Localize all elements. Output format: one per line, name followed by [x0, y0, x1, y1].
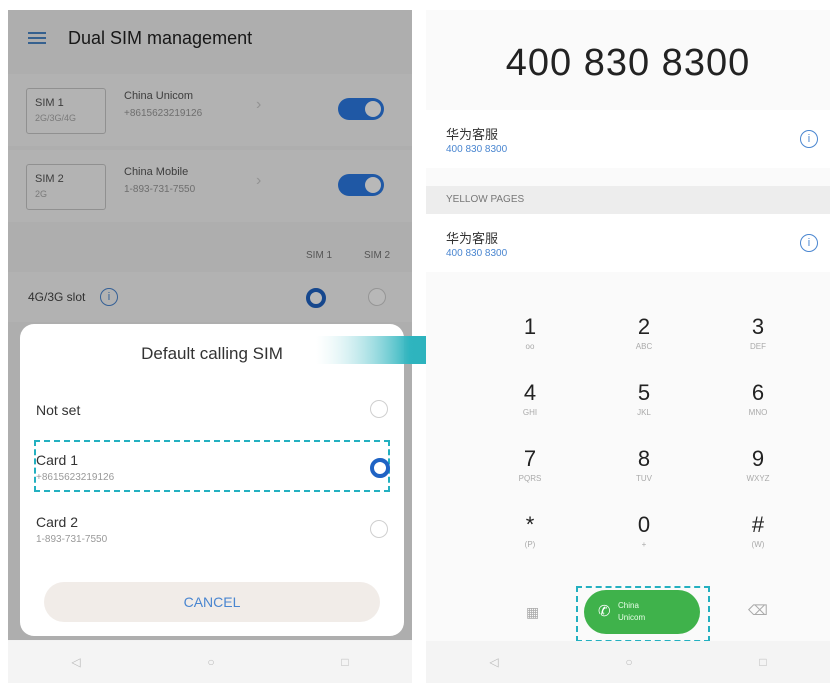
- option-sub: 1-893-731-7550: [36, 534, 108, 545]
- home-icon[interactable]: ○: [625, 655, 632, 669]
- option-label: Card 2: [36, 514, 79, 530]
- option-radio[interactable]: [370, 400, 388, 418]
- keypad: 1 oo 2 ABC 3 DEF 4 GHI 5 JKL 6 MNO 7 PQRS 8 TUV …: [426, 306, 830, 606]
- recents-icon[interactable]: □: [341, 655, 348, 669]
- key-letters: JKL: [637, 408, 651, 417]
- key-digit: 1: [523, 314, 537, 339]
- dialed-number: 400 830 8300: [505, 42, 751, 84]
- nav-bar: ◁ ○ □: [426, 641, 830, 683]
- option-radio[interactable]: [370, 458, 390, 478]
- key-letters: (P): [524, 540, 536, 549]
- section-label: YELLOW PAGES: [446, 194, 525, 205]
- key-digit: 6: [751, 380, 765, 405]
- contact-name: 华为客服: [446, 127, 499, 142]
- key-6[interactable]: 6 MNO: [718, 380, 798, 417]
- key-letters: PQRS: [518, 474, 542, 483]
- key-digit: 0: [637, 512, 651, 537]
- home-icon[interactable]: ○: [207, 655, 214, 669]
- key-digit: 2: [637, 314, 651, 339]
- key-digit: *: [525, 512, 535, 537]
- key-letters: ABC: [635, 342, 653, 351]
- key-digit: 7: [523, 446, 537, 471]
- key-3[interactable]: 3 DEF: [718, 314, 798, 351]
- key-letters: +: [641, 540, 647, 549]
- key-digit: 9: [751, 446, 765, 471]
- key-0[interactable]: 0 +: [604, 512, 684, 549]
- key-hash[interactable]: # (W): [718, 512, 798, 549]
- key-letters: WXYZ: [746, 474, 770, 483]
- option-label: Not set: [36, 402, 81, 418]
- cancel-button[interactable]: CANCEL: [44, 582, 380, 622]
- contact-name: 华为客服: [446, 231, 499, 246]
- keypad-toggle-icon[interactable]: ▦: [526, 604, 539, 621]
- option-label: Card 1: [36, 452, 79, 468]
- highlight-box: [34, 440, 390, 492]
- contact-row[interactable]: 华为客服 400 830 8300 i: [426, 214, 830, 272]
- contact-number: 400 830 8300: [446, 144, 508, 155]
- key-4[interactable]: 4 GHI: [490, 380, 570, 417]
- option-sub: +8615623219126: [36, 472, 115, 483]
- key-letters: TUV: [636, 474, 652, 483]
- yellow-pages-header: YELLOW PAGES: [426, 186, 830, 214]
- option-radio[interactable]: [370, 520, 388, 538]
- contact-row[interactable]: 华为客服 400 830 8300 i: [426, 110, 830, 168]
- key-digit: 4: [523, 380, 537, 405]
- key-letters: MNO: [748, 408, 768, 417]
- key-2[interactable]: 2 ABC: [604, 314, 684, 351]
- dialer-screen: 400 830 8300 华为客服 400 830 8300 i YELLOW …: [426, 10, 830, 683]
- backspace-icon[interactable]: ⌫: [748, 602, 768, 619]
- key-9[interactable]: 9 WXYZ: [718, 446, 798, 483]
- key-digit: 8: [637, 446, 651, 471]
- nav-bar: ◁ ○ □: [8, 641, 412, 683]
- recents-icon[interactable]: □: [759, 655, 766, 669]
- info-icon[interactable]: i: [800, 234, 818, 252]
- key-letters: DEF: [750, 342, 766, 351]
- key-digit: #: [751, 512, 765, 537]
- key-letters: (W): [751, 540, 765, 549]
- key-5[interactable]: 5 JKL: [604, 380, 684, 417]
- key-1[interactable]: 1 oo: [490, 314, 570, 351]
- back-icon[interactable]: ◁: [71, 655, 80, 669]
- key-8[interactable]: 8 TUV: [604, 446, 684, 483]
- key-7[interactable]: 7 PQRS: [490, 446, 570, 483]
- key-digit: 5: [637, 380, 651, 405]
- call-sim-label: China Unicom: [618, 601, 646, 622]
- key-letters: GHI: [522, 408, 538, 417]
- key-star[interactable]: * (P): [490, 512, 570, 549]
- contact-number: 400 830 8300: [446, 248, 508, 259]
- info-icon[interactable]: i: [800, 130, 818, 148]
- back-icon[interactable]: ◁: [489, 655, 498, 669]
- key-letters: oo: [525, 342, 535, 351]
- phone-icon: ✆: [598, 603, 611, 620]
- key-digit: 3: [751, 314, 765, 339]
- call-button[interactable]: ✆ China Unicom: [584, 590, 700, 634]
